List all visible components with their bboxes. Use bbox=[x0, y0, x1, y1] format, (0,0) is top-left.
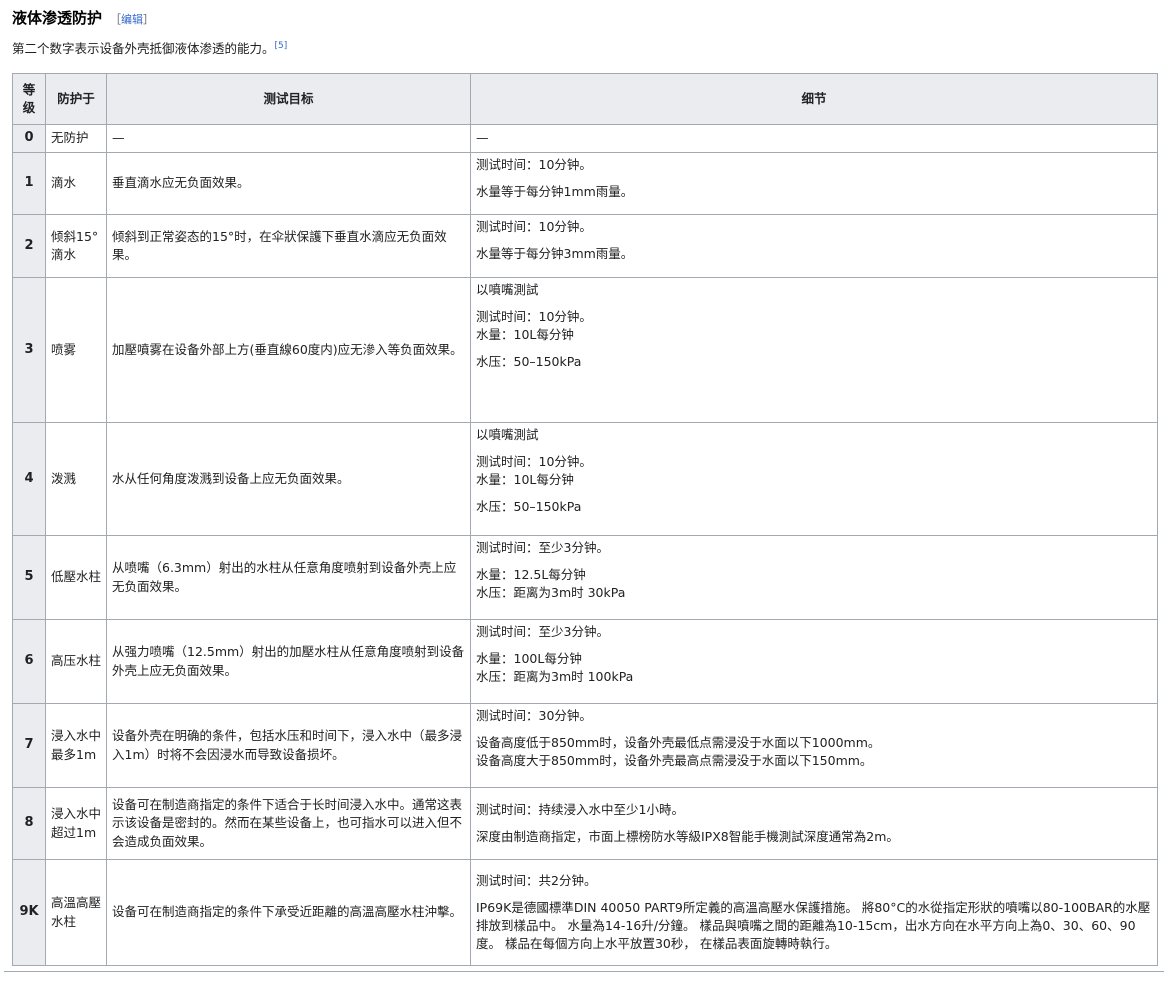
target-cell: 从强力喷嘴（12.5mm）射出的加壓水柱从任意角度喷射到设备外壳上应无负面效果。 bbox=[106, 619, 471, 704]
table-row: 2 倾斜15°滴水 倾斜到正常姿态的15°时，在伞狀保護下垂直水滴应无负面效果。… bbox=[12, 214, 1158, 278]
target-cell: 设备可在制造商指定的条件下承受近距離的高溫高壓水柱沖擊。 bbox=[106, 859, 471, 966]
protects-cell: 高溫高壓水柱 bbox=[45, 859, 107, 966]
table-row: 8 浸入水中超过1m 设备可在制造商指定的条件下适合于长时间浸入水中。通常这表示… bbox=[12, 787, 1158, 860]
level-cell: 2 bbox=[12, 214, 46, 278]
detail-line: 测试时间：持续浸入水中至少1小時。 bbox=[476, 801, 684, 817]
target-cell: 水从任何角度泼溅到设备上应无负面效果。 bbox=[106, 422, 471, 536]
intro-text: 第二个数字表示设备外壳抵御液体渗透的能力。 bbox=[12, 41, 275, 56]
section-title: 液体渗透防护 bbox=[12, 9, 103, 27]
detail-line: 测试时间：共2分钟。 bbox=[476, 872, 597, 888]
header-target: 测试目标 bbox=[106, 73, 471, 125]
detail-line: 水量：10L每分钟 bbox=[476, 327, 574, 343]
protects-cell: 高压水柱 bbox=[45, 619, 107, 704]
level-cell: 6 bbox=[12, 619, 46, 704]
detail-line: 以噴嘴測試 bbox=[476, 282, 539, 297]
protects-cell: 倾斜15°滴水 bbox=[45, 214, 107, 278]
detail-cell: 以噴嘴測試 测试时间：10分钟。 水量：10L每分钟 水压：50–150kPa bbox=[470, 277, 1158, 423]
detail-line: 水压：50–150kPa bbox=[476, 499, 582, 515]
header-level: 等级 bbox=[12, 73, 46, 125]
detail-cell: 测试时间：至少3分钟。 水量：12.5L每分钟 水压：距离为3m时 30kPa bbox=[470, 535, 1158, 620]
detail-line: 水量：12.5L每分钟 bbox=[476, 567, 586, 583]
detail-cell: 以噴嘴測試 测试时间：10分钟。 水量：10L每分钟 水压：50–150kPa bbox=[470, 422, 1158, 536]
level-cell: 8 bbox=[12, 787, 46, 860]
level-cell: 0 bbox=[12, 124, 46, 153]
detail-line: 测试时间：10分钟。 bbox=[476, 219, 592, 234]
protects-cell: 无防护 bbox=[45, 124, 107, 153]
target-cell: 设备外壳在明确的条件，包括水压和时间下，浸入水中（最多浸入1m）时将不会因浸水而… bbox=[106, 703, 471, 788]
table-row: 5 低壓水柱 从喷嘴（6.3mm）射出的水柱从任意角度喷射到设备外壳上应无负面效… bbox=[12, 535, 1158, 620]
table-row: 1 滴水 垂直滴水应无负面效果。 测试时间：10分钟。 水量等于每分钟1mm雨量… bbox=[12, 152, 1158, 215]
level-cell: 7 bbox=[12, 703, 46, 788]
protects-cell: 低壓水柱 bbox=[45, 535, 107, 620]
edit-bracket-open: ［ bbox=[110, 13, 122, 26]
detail-line: 测试时间：至少3分钟。 bbox=[476, 624, 609, 639]
protects-cell: 浸入水中最多1m bbox=[45, 703, 107, 788]
bottom-divider bbox=[4, 971, 1164, 972]
detail-cell: 测试时间：共2分钟。 IP69K是德國標準DIN 40050 PART9所定義的… bbox=[470, 859, 1158, 966]
header-detail: 细节 bbox=[470, 73, 1158, 125]
detail-cell: 测试时间：30分钟。 设备高度低于850mm时，设备外壳最低点需浸没于水面以下1… bbox=[470, 703, 1158, 788]
level-cell: 3 bbox=[12, 277, 46, 423]
protects-cell: 泼溅 bbox=[45, 422, 107, 536]
table-row: 4 泼溅 水从任何角度泼溅到设备上应无负面效果。 以噴嘴測試 测试时间：10分钟… bbox=[12, 422, 1158, 536]
detail-line: 测试时间：10分钟。 bbox=[476, 309, 592, 325]
detail-cell: 测试时间：10分钟。 水量等于每分钟1mm雨量。 bbox=[470, 152, 1158, 215]
level-cell: 1 bbox=[12, 152, 46, 215]
detail-line: 水量等于每分钟1mm雨量。 bbox=[476, 184, 634, 200]
detail-line: 设备高度低于850mm时，设备外壳最低点需浸没于水面以下1000mm。 bbox=[476, 735, 881, 751]
level-cell: 5 bbox=[12, 535, 46, 620]
target-cell: — bbox=[106, 124, 471, 153]
ip-water-table: 等级 防护于 测试目标 细节 0 无防护 — — 1 滴水 垂直滴水应无负面效果… bbox=[12, 73, 1158, 966]
detail-line: 测试时间：至少3分钟。 bbox=[476, 540, 609, 555]
table-row: 3 喷雾 加壓噴雾在设备外部上方(垂直線60度内)应无滲入等负面效果。 以噴嘴測… bbox=[12, 277, 1158, 423]
detail-line: 深度由制造商指定，市面上標榜防水等級IPX8智能手機測試深度通常為2m。 bbox=[476, 829, 899, 844]
section-intro: 第二个数字表示设备外壳抵御液体渗透的能力。[5] bbox=[12, 38, 287, 57]
detail-cell: 测试时间：持续浸入水中至少1小時。 深度由制造商指定，市面上標榜防水等級IPX8… bbox=[470, 787, 1158, 860]
header-protects: 防护于 bbox=[45, 73, 107, 125]
protects-cell: 喷雾 bbox=[45, 277, 107, 423]
edit-link[interactable]: 编辑 bbox=[121, 13, 143, 26]
target-cell: 从喷嘴（6.3mm）射出的水柱从任意角度喷射到设备外壳上应无负面效果。 bbox=[106, 535, 471, 620]
protects-cell: 浸入水中超过1m bbox=[45, 787, 107, 860]
detail-line: 测试时间：10分钟。 bbox=[476, 454, 592, 470]
detail-line: — bbox=[476, 130, 489, 146]
table-row: 9K 高溫高壓水柱 设备可在制造商指定的条件下承受近距離的高溫高壓水柱沖擊。 测… bbox=[12, 859, 1158, 966]
section-heading: 液体渗透防护 ［编辑］ bbox=[12, 7, 154, 28]
detail-line: IP69K是德國標準DIN 40050 PART9所定義的高溫高壓水保護措施。 … bbox=[476, 899, 1151, 952]
detail-line: 水压：距离为3m时 100kPa bbox=[476, 669, 634, 685]
detail-line: 水量：100L每分钟 bbox=[476, 651, 582, 667]
detail-line: 水量等于每分钟3mm雨量。 bbox=[476, 246, 634, 262]
edit-bracket-close: ］ bbox=[143, 13, 155, 26]
table-row: 7 浸入水中最多1m 设备外壳在明确的条件，包括水压和时间下，浸入水中（最多浸入… bbox=[12, 703, 1158, 788]
detail-line: 设备高度大于850mm时，设备外壳最高点需浸没于水面以下150mm。 bbox=[476, 753, 873, 769]
detail-line: 以噴嘴測試 bbox=[476, 427, 539, 442]
protects-cell: 滴水 bbox=[45, 152, 107, 215]
detail-line: 水压：距离为3m时 30kPa bbox=[476, 585, 626, 601]
detail-line: 测试时间：10分钟。 bbox=[476, 157, 592, 172]
level-cell: 9K bbox=[12, 859, 46, 966]
table-row: 0 无防护 — — bbox=[12, 124, 1158, 153]
detail-line: 水压：50–150kPa bbox=[476, 354, 582, 370]
edit-section: ［编辑］ bbox=[110, 11, 154, 27]
detail-line: 测试时间：30分钟。 bbox=[476, 708, 592, 723]
reference-link[interactable]: [5] bbox=[275, 41, 288, 51]
detail-line: 水量：10L每分钟 bbox=[476, 472, 574, 488]
target-cell: 倾斜到正常姿态的15°时，在伞狀保護下垂直水滴应无负面效果。 bbox=[106, 214, 471, 278]
target-cell: 垂直滴水应无负面效果。 bbox=[106, 152, 471, 215]
detail-cell: — bbox=[470, 124, 1158, 153]
detail-cell: 测试时间：10分钟。 水量等于每分钟3mm雨量。 bbox=[470, 214, 1158, 278]
table-row: 6 高压水柱 从强力喷嘴（12.5mm）射出的加壓水柱从任意角度喷射到设备外壳上… bbox=[12, 619, 1158, 704]
target-cell: 设备可在制造商指定的条件下适合于长时间浸入水中。通常这表示该设备是密封的。然而在… bbox=[106, 787, 471, 860]
level-cell: 4 bbox=[12, 422, 46, 536]
target-cell: 加壓噴雾在设备外部上方(垂直線60度内)应无滲入等负面效果。 bbox=[106, 277, 471, 423]
detail-cell: 测试时间：至少3分钟。 水量：100L每分钟 水压：距离为3m时 100kPa bbox=[470, 619, 1158, 704]
